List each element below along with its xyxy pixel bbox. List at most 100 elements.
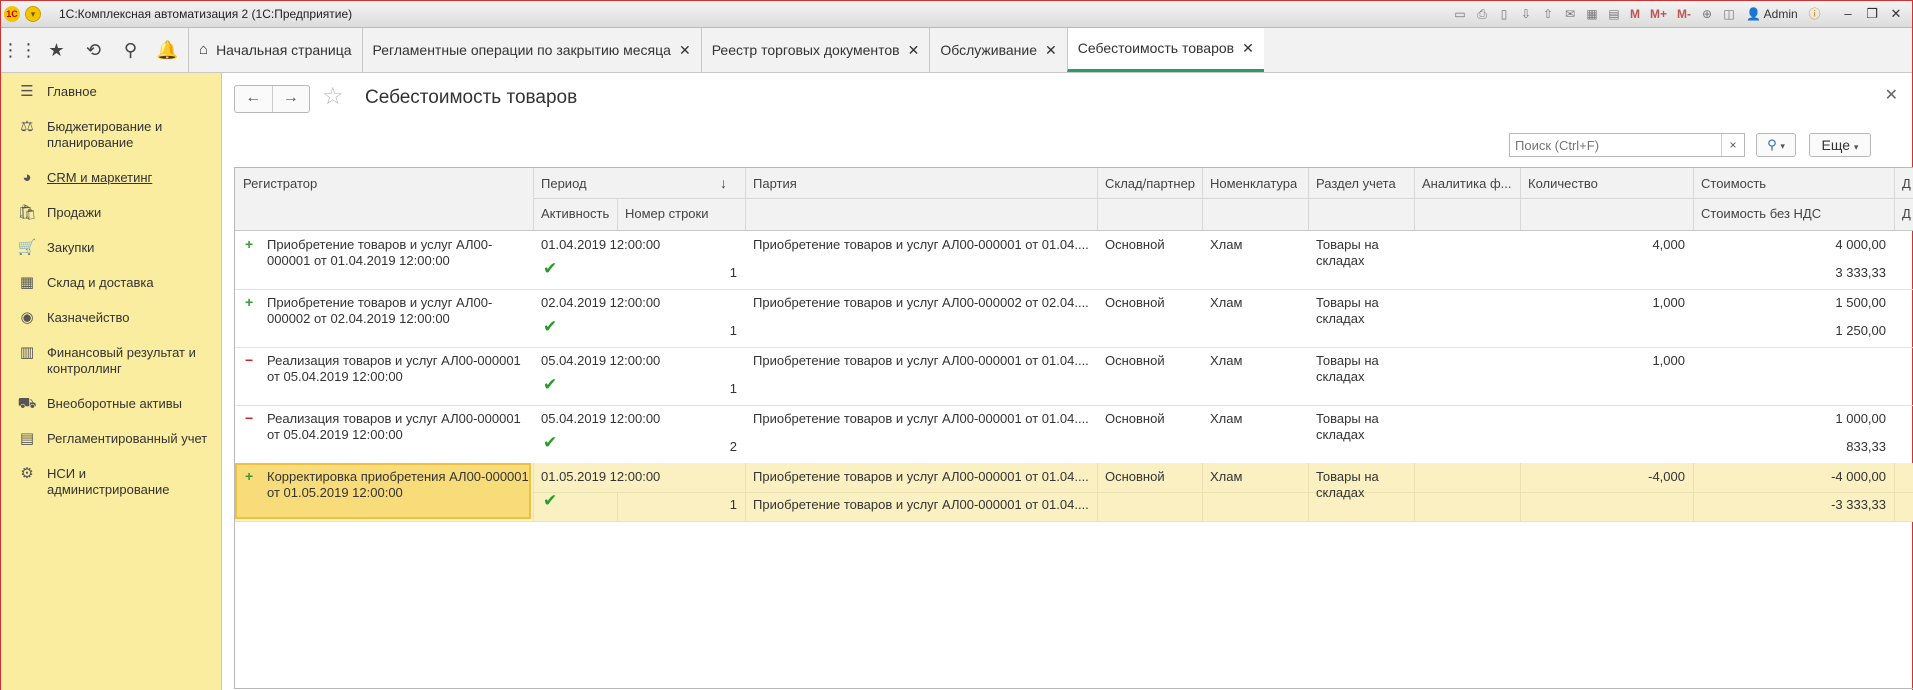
sidebar-item-label: Продажи <box>47 205 102 220</box>
sort-down-icon[interactable]: ↓ <box>720 175 727 191</box>
tab-label: Начальная страница <box>216 42 352 58</box>
col-warehouse[interactable]: Склад/партнер <box>1105 176 1195 192</box>
sidebar-item-regulated[interactable]: ▤ Регламентированный учет <box>1 430 221 448</box>
col-analytics[interactable]: Аналитика ф... <box>1422 176 1518 192</box>
sections-sidebar: ☰ Главное ⚖ Бюджетирование и планировани… <box>1 73 222 690</box>
user-label: Admin <box>1763 7 1798 21</box>
upload-icon[interactable]: ⇧ <box>1539 5 1557 23</box>
sidebar-item-finance[interactable]: ▥ Финансовый результат и контроллинг <box>1 344 221 377</box>
sidebar-item-admin[interactable]: ⚙ НСИ и администрирование <box>1 465 221 498</box>
notifications-bell-icon[interactable]: 🔔 <box>149 28 186 72</box>
col-cost[interactable]: Стоимость <box>1701 176 1766 192</box>
minimize-icon[interactable]: – <box>1838 5 1858 23</box>
tab-label: Реестр торговых документов <box>711 42 900 58</box>
favorites-star-icon[interactable]: ★ <box>38 28 75 72</box>
mail-icon[interactable]: ✉ <box>1561 5 1579 23</box>
calculator-icon[interactable]: ▦ <box>1583 5 1601 23</box>
tab-trade-docs[interactable]: Реестр торговых документов ✕ <box>700 28 930 72</box>
zoom-icon[interactable]: ⊕ <box>1698 5 1716 23</box>
col-extra-sub[interactable]: Д <box>1902 206 1911 222</box>
download-icon[interactable]: ⇩ <box>1517 5 1535 23</box>
back-arrow-icon[interactable]: ← <box>235 86 273 112</box>
clear-search-icon[interactable]: × <box>1721 134 1744 156</box>
maximize-icon[interactable]: ❐ <box>1862 5 1882 23</box>
main-menu-button[interactable]: ▾ <box>25 6 41 22</box>
table-row[interactable]: − Реализация товаров и услуг АЛ00-000001… <box>235 347 1913 406</box>
close-tab-icon[interactable]: ✕ <box>679 28 691 72</box>
tab-label: Обслуживание <box>940 42 1037 58</box>
close-tab-icon[interactable]: ✕ <box>908 28 920 72</box>
sidebar-item-budgeting[interactable]: ⚖ Бюджетирование и планирование <box>1 118 221 151</box>
sidebar-item-fixed-assets[interactable]: ⛟ Внеоборотные активы <box>1 395 221 413</box>
search-icon[interactable]: ⚲ <box>112 28 149 72</box>
search-field[interactable]: × <box>1509 133 1745 157</box>
info-icon[interactable]: ⓘ <box>1806 5 1824 23</box>
col-extra[interactable]: Д <box>1902 176 1911 192</box>
sidebar-item-label: НСИ и администрирование <box>47 466 170 497</box>
tab-maintenance[interactable]: Обслуживание ✕ <box>929 28 1066 72</box>
warehouse-cell: Основной <box>1105 469 1165 484</box>
print-icon[interactable]: ⎙ <box>1473 5 1491 23</box>
more-button[interactable]: Еще ▾ <box>1809 133 1871 157</box>
search-input[interactable] <box>1510 134 1720 156</box>
col-activity[interactable]: Активность <box>541 206 609 222</box>
tab-month-close[interactable]: Регламентные операции по закрытию месяца… <box>361 28 701 72</box>
sidebar-item-label: CRM и маркетинг <box>47 170 153 185</box>
sidebar-item-treasury[interactable]: ◉ Казначейство <box>1 309 221 327</box>
table-row[interactable]: + Приобретение товаров и услуг АЛ00-0000… <box>235 289 1913 348</box>
col-registrar[interactable]: Регистратор <box>243 176 317 192</box>
tab-home[interactable]: ⌂ Начальная страница <box>188 28 362 72</box>
col-nomenclature[interactable]: Номенклатура <box>1210 176 1297 192</box>
sidebar-item-label: Регламентированный учет <box>47 431 208 446</box>
cart-icon: 🛒 <box>17 239 37 256</box>
search-button[interactable]: ⚲ ▾ <box>1756 133 1796 157</box>
col-cost-no-vat[interactable]: Стоимость без НДС <box>1701 206 1821 222</box>
close-tab-icon[interactable]: ✕ <box>1045 28 1057 72</box>
col-batch[interactable]: Партия <box>753 176 797 192</box>
nomenclature-cell: Хлам <box>1210 411 1243 426</box>
close-form-icon[interactable]: ✕ <box>1885 85 1898 105</box>
sidebar-item-label: Закупки <box>47 240 95 255</box>
sidebar-item-sales[interactable]: 🛍 Продажи <box>1 204 221 222</box>
close-window-icon[interactable]: ✕ <box>1886 5 1906 23</box>
table-row[interactable]: − Реализация товаров и услуг АЛ00-000001… <box>235 405 1913 464</box>
favorite-star-icon[interactable]: ☆ <box>322 83 344 111</box>
apps-grid-icon[interactable]: ⋮⋮ <box>1 28 38 72</box>
table-row[interactable]: + Приобретение товаров и услуг АЛ00-0000… <box>235 231 1913 290</box>
registrar-cell: Реализация товаров и услуг АЛ00-000001 о… <box>267 353 521 384</box>
pie-icon: ◕ <box>22 169 32 186</box>
sidebar-item-warehouse[interactable]: ▦ Склад и доставка <box>1 274 221 292</box>
batch-cell: Приобретение товаров и услуг АЛ00-000002… <box>753 295 1089 310</box>
cost-no-vat-cell: 1 250,00 <box>1835 323 1886 338</box>
sidebar-item-purchases[interactable]: 🛒 Закупки <box>1 239 221 257</box>
sidebar-item-crm[interactable]: ◕ CRM и маркетинг <box>1 169 221 187</box>
col-line-no[interactable]: Номер строки <box>625 206 709 222</box>
col-section[interactable]: Раздел учета <box>1316 176 1396 192</box>
close-tab-icon[interactable]: ✕ <box>1242 28 1254 69</box>
sidebar-item-main[interactable]: ☰ Главное <box>1 83 221 101</box>
panel-icon[interactable]: ◫ <box>1720 5 1738 23</box>
batch-cell: Приобретение товаров и услуг АЛ00-000001… <box>753 469 1089 484</box>
bag-icon: 🛍 <box>17 204 37 221</box>
table-row-selected[interactable]: + Корректировка приобретения АЛ00-000001… <box>235 463 1913 522</box>
memory-minus-button[interactable]: M- <box>1674 5 1694 23</box>
calendar-icon[interactable]: ▤ <box>1605 5 1623 23</box>
sidebar-item-label: Склад и доставка <box>47 275 154 290</box>
forward-arrow-icon[interactable]: → <box>273 86 310 112</box>
period-cell: 05.04.2019 12:00:00 <box>541 353 661 368</box>
sidebar-item-label: Бюджетирование и планирование <box>47 119 163 150</box>
save-icon[interactable]: ▭ <box>1451 5 1469 23</box>
col-quantity[interactable]: Количество <box>1528 176 1598 192</box>
memory-button[interactable]: M <box>1627 5 1643 23</box>
col-period[interactable]: Период <box>541 176 587 192</box>
user-name[interactable]: 👤 Admin <box>1742 5 1802 23</box>
cost-table[interactable]: Регистратор Период ↓ Активность Номер ст… <box>234 167 1913 689</box>
history-icon[interactable]: ⟲ <box>75 28 112 72</box>
plus-icon: + <box>245 236 254 252</box>
registrar-cell: Приобретение товаров и услуг АЛ00-000002… <box>267 295 493 326</box>
tab-goods-cost[interactable]: Себестоимость товаров ✕ <box>1066 28 1264 72</box>
memory-plus-button[interactable]: M+ <box>1647 5 1670 23</box>
minus-icon: − <box>245 410 254 426</box>
preview-icon[interactable]: ▯ <box>1495 5 1513 23</box>
cost-cell: 4 000,00 <box>1835 237 1886 252</box>
